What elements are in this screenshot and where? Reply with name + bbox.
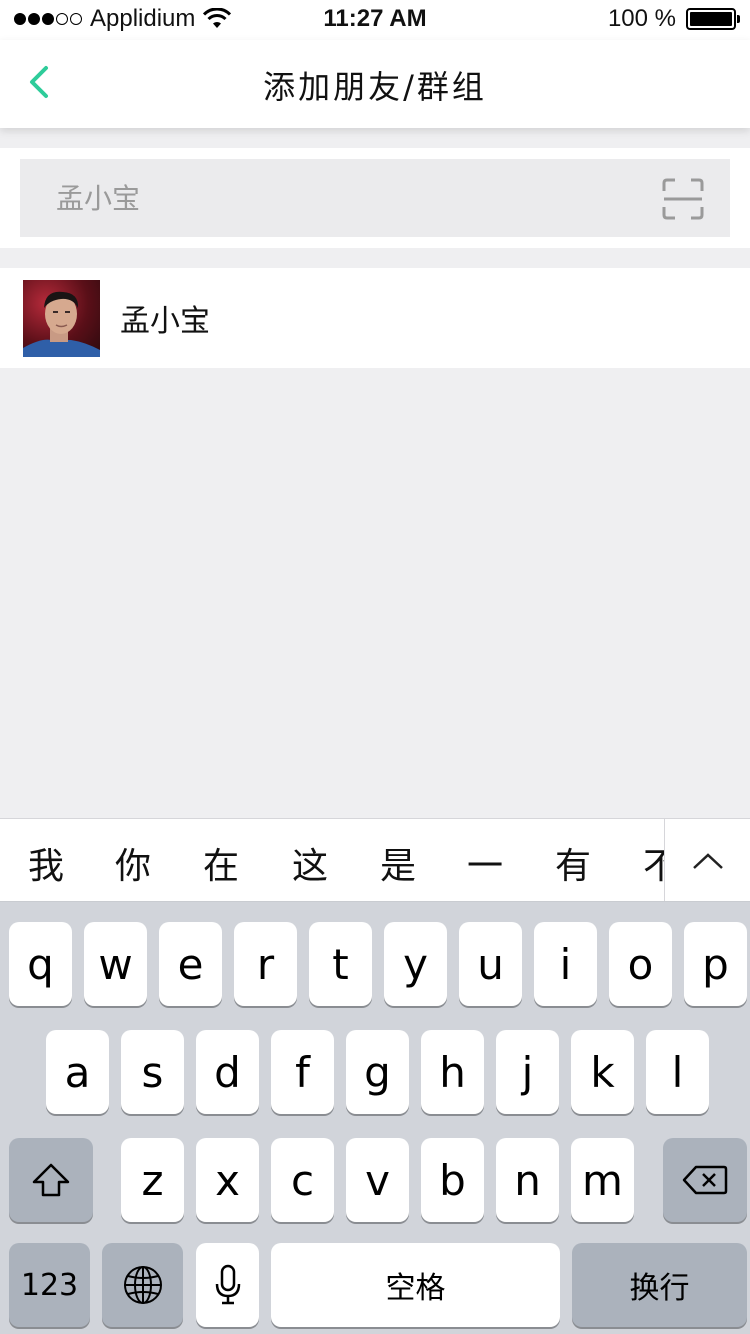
candidate-word[interactable]: 是 bbox=[380, 837, 416, 889]
expand-candidates-button[interactable] bbox=[664, 819, 750, 901]
key-k[interactable]: k bbox=[571, 1030, 634, 1114]
page-title: 添加朋友/群组 bbox=[263, 68, 487, 106]
key-c[interactable]: c bbox=[271, 1138, 334, 1222]
search-section bbox=[0, 148, 750, 248]
microphone-icon bbox=[215, 1264, 240, 1305]
key-z[interactable]: z bbox=[121, 1138, 184, 1222]
key-e[interactable]: e bbox=[159, 922, 222, 1006]
candidate-bar: 我 你 在 这 是 一 有 不 bbox=[0, 818, 750, 902]
result-name: 孟小宝 bbox=[120, 304, 210, 339]
candidate-word[interactable]: 在 bbox=[203, 837, 239, 889]
key-t[interactable]: t bbox=[309, 922, 372, 1006]
space-key[interactable]: 空格 bbox=[271, 1243, 560, 1327]
key-o[interactable]: o bbox=[609, 922, 672, 1006]
shift-key[interactable] bbox=[9, 1138, 93, 1222]
key-x[interactable]: x bbox=[196, 1138, 259, 1222]
microphone-key[interactable] bbox=[196, 1243, 259, 1327]
search-box bbox=[20, 159, 730, 237]
key-m[interactable]: m bbox=[571, 1138, 634, 1222]
candidate-word[interactable]: 我 bbox=[28, 837, 64, 889]
candidate-word[interactable]: 有 bbox=[555, 837, 591, 889]
keyboard: q w e r t y u i o p a s d f g h j k l z … bbox=[0, 902, 750, 1334]
key-g[interactable]: g bbox=[346, 1030, 409, 1114]
candidate-word[interactable]: 你 bbox=[115, 837, 151, 889]
avatar bbox=[23, 279, 100, 357]
nav-bar: 添加朋友/群组 bbox=[0, 40, 750, 128]
key-u[interactable]: u bbox=[459, 922, 522, 1006]
candidate-word[interactable]: 一 bbox=[467, 837, 503, 889]
candidate-word[interactable]: 这 bbox=[292, 837, 328, 889]
scan-icon[interactable] bbox=[662, 178, 704, 220]
key-y[interactable]: y bbox=[384, 922, 447, 1006]
key-f[interactable]: f bbox=[271, 1030, 334, 1114]
chevron-up-icon bbox=[692, 853, 723, 869]
status-bar: Applidium 11:27 AM 100 % bbox=[0, 0, 750, 40]
avatar-photo bbox=[23, 291, 100, 357]
result-item[interactable]: 孟小宝 bbox=[0, 268, 750, 368]
status-right: 100 % bbox=[607, 5, 740, 33]
shift-icon bbox=[32, 1163, 70, 1197]
key-n[interactable]: n bbox=[496, 1138, 559, 1222]
key-b[interactable]: b bbox=[421, 1138, 484, 1222]
battery-percent: 100 % bbox=[607, 5, 676, 32]
key-v[interactable]: v bbox=[346, 1138, 409, 1222]
key-j[interactable]: j bbox=[496, 1030, 559, 1114]
key-w[interactable]: w bbox=[84, 922, 147, 1006]
key-r[interactable]: r bbox=[234, 922, 297, 1006]
backspace-icon bbox=[682, 1165, 728, 1195]
numbers-key[interactable]: 123 bbox=[9, 1243, 90, 1327]
key-a[interactable]: a bbox=[46, 1030, 109, 1114]
key-d[interactable]: d bbox=[196, 1030, 259, 1114]
key-l[interactable]: l bbox=[646, 1030, 709, 1114]
globe-key[interactable] bbox=[102, 1243, 183, 1327]
globe-icon bbox=[123, 1266, 162, 1304]
battery-icon bbox=[686, 8, 740, 30]
key-i[interactable]: i bbox=[534, 922, 597, 1006]
key-h[interactable]: h bbox=[421, 1030, 484, 1114]
return-key[interactable]: 换行 bbox=[572, 1243, 747, 1327]
key-q[interactable]: q bbox=[9, 922, 72, 1006]
key-p[interactable]: p bbox=[684, 922, 747, 1006]
search-input[interactable] bbox=[56, 173, 616, 223]
backspace-key[interactable] bbox=[663, 1138, 747, 1222]
key-s[interactable]: s bbox=[121, 1030, 184, 1114]
